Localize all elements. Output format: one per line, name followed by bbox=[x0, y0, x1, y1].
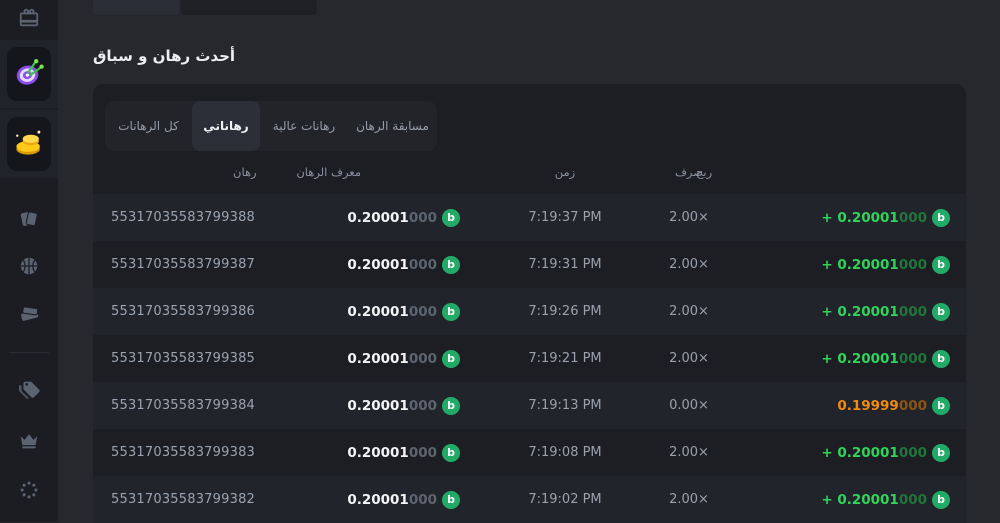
table-row[interactable]: 55317035583799387 0.20001000b 7:19:31 PM… bbox=[93, 241, 966, 288]
coin-icon: b bbox=[442, 303, 460, 321]
bets-card: كل الرهانات رهاناتي رهانات عالية مسابقة … bbox=[93, 84, 966, 522]
sidebar-item-sports[interactable] bbox=[0, 248, 58, 288]
tickets-icon bbox=[18, 302, 40, 328]
tab-all-bets[interactable]: كل الرهانات bbox=[105, 101, 192, 151]
coin-icon: b bbox=[442, 397, 460, 415]
tab-my-bets[interactable]: رهاناتي bbox=[192, 101, 260, 151]
table-header-row: معرف الرهان رهان زمن صرف ربح bbox=[93, 160, 966, 184]
basketball-icon bbox=[18, 255, 40, 281]
column-header-profit: ربح bbox=[696, 160, 950, 184]
table-row[interactable]: 55317035583799383 0.20001000b 7:19:08 PM… bbox=[93, 429, 966, 476]
table-row[interactable]: 55317035583799385 0.20001000b 7:19:21 PM… bbox=[93, 335, 966, 382]
page-title: أحدث رهان و سباق bbox=[93, 47, 235, 65]
sidebar-item-coins[interactable] bbox=[0, 110, 58, 178]
sidebar-divider bbox=[9, 352, 49, 353]
table-row[interactable]: 55317035583799384 0.20001000b 7:19:13 PM… bbox=[93, 382, 966, 429]
sidebar bbox=[0, 0, 58, 522]
darts-target-icon bbox=[11, 54, 47, 94]
crown-icon bbox=[18, 430, 40, 456]
coin-icon: b bbox=[932, 444, 950, 462]
gift-icon bbox=[18, 7, 40, 33]
sidebar-item-community[interactable] bbox=[0, 472, 58, 512]
bets-tabbar: كل الرهانات رهاناتي رهانات عالية مسابقة … bbox=[105, 101, 437, 151]
sidebar-item-vip[interactable] bbox=[0, 423, 58, 463]
tab-high-bets[interactable]: رهانات عالية bbox=[260, 101, 348, 151]
table-row[interactable]: 55317035583799382 0.20001000b 7:19:02 PM… bbox=[93, 476, 966, 523]
dotted-circle-icon bbox=[18, 479, 40, 505]
coin-icon: b bbox=[932, 303, 950, 321]
sidebar-item-tickets[interactable] bbox=[0, 295, 58, 335]
table-row[interactable]: 55317035583799386 0.20001000b 7:19:26 PM… bbox=[93, 288, 966, 335]
top-tab-right[interactable] bbox=[181, 0, 317, 15]
coin-icon: b bbox=[932, 491, 950, 509]
sidebar-item-casino[interactable] bbox=[0, 201, 58, 241]
coin-icon: b bbox=[442, 209, 460, 227]
coin-icon: b bbox=[932, 256, 950, 274]
sidebar-item-promotions[interactable] bbox=[0, 371, 58, 411]
tab-bet-race[interactable]: مسابقة الرهان bbox=[348, 101, 437, 151]
coin-icon: b bbox=[442, 350, 460, 368]
coin-icon: b bbox=[442, 256, 460, 274]
gold-coins-icon bbox=[11, 124, 47, 164]
column-header-bet: رهان bbox=[233, 160, 460, 184]
darts-tile bbox=[7, 47, 51, 101]
coin-icon: b bbox=[932, 350, 950, 368]
coin-icon: b bbox=[932, 397, 950, 415]
sidebar-item-darts[interactable] bbox=[0, 40, 58, 108]
top-tab-left[interactable] bbox=[93, 0, 179, 15]
sidebar-item-gift[interactable] bbox=[0, 0, 58, 40]
table-row[interactable]: 55317035583799388 0.20001000b 7:19:37 PM… bbox=[93, 194, 966, 241]
tags-icon bbox=[18, 378, 40, 404]
table-body: 55317035583799388 0.20001000b 7:19:37 PM… bbox=[93, 194, 966, 523]
coin-icon: b bbox=[932, 209, 950, 227]
column-header-time: زمن bbox=[485, 160, 645, 184]
coin-icon: b bbox=[442, 491, 460, 509]
coin-icon: b bbox=[442, 444, 460, 462]
casino-cards-icon bbox=[18, 208, 40, 234]
coins-tile bbox=[7, 117, 51, 171]
